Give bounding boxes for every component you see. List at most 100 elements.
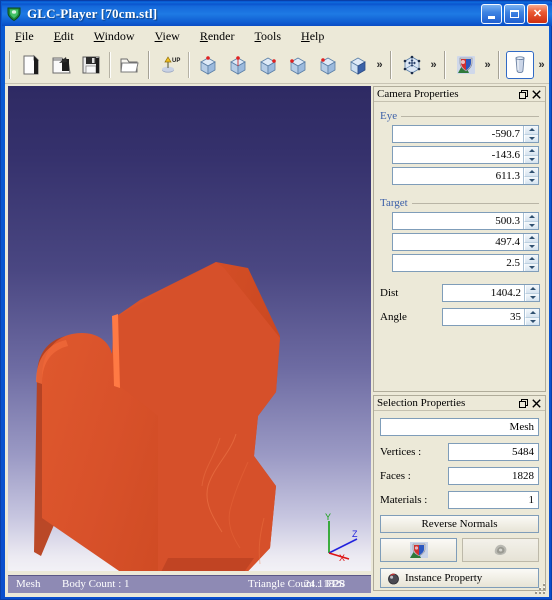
camera-target-x-spin-buttons[interactable] [523, 213, 538, 229]
camera-eye-y-up[interactable] [524, 147, 538, 155]
toolbar-overflow-fit[interactable]: » [427, 51, 440, 79]
camera-target-z-spinner[interactable] [392, 254, 539, 272]
camera-target-z-up[interactable] [524, 255, 538, 263]
camera-target-y-up[interactable] [524, 234, 538, 242]
fit-to-view-button[interactable] [398, 51, 426, 79]
material-button[interactable] [380, 538, 457, 562]
camera-target-x-down[interactable] [524, 220, 538, 229]
view-left-button[interactable] [254, 51, 282, 79]
menu-item-view[interactable]: View [146, 27, 189, 46]
camera-target-x-row [380, 212, 539, 230]
selection-name-field[interactable]: Mesh [380, 418, 539, 436]
menu-item-file[interactable]: File [6, 27, 43, 46]
selection-materials-row: Materials : 1 [380, 491, 539, 509]
material-shading-button[interactable] [452, 51, 480, 79]
camera-dist-up[interactable] [525, 285, 539, 293]
camera-angle-up[interactable] [525, 309, 539, 317]
up-vector-button[interactable]: UP [156, 51, 184, 79]
3d-viewport[interactable]: Y Z X [8, 86, 371, 571]
camera-dist-down[interactable] [525, 292, 539, 301]
toolbar-grip-shading[interactable] [443, 50, 449, 79]
menu-label-render-rest: ender [207, 28, 235, 43]
camera-angle-row: Angle [380, 308, 540, 326]
view-iso-button[interactable] [344, 51, 372, 79]
new-file-icon [23, 54, 40, 74]
toolbar-group-selection-mode: » [494, 47, 548, 82]
close-panel-icon[interactable] [532, 89, 541, 99]
toolbar-overflow-shading[interactable]: » [481, 51, 494, 79]
camera-angle-spin-buttons[interactable] [524, 309, 539, 325]
menu-item-render[interactable]: Render [191, 27, 244, 46]
view-top-button[interactable] [314, 51, 342, 79]
camera-panel-title: Camera Properties [377, 87, 459, 100]
camera-target-z-down[interactable] [524, 262, 538, 271]
camera-eye-y-spinner[interactable] [392, 146, 539, 164]
camera-target-y-row [380, 233, 539, 251]
instance-property-button[interactable]: Instance Property [380, 568, 539, 588]
menu-label-view-rest: iew [162, 28, 180, 43]
menu-item-edit[interactable]: Edit [45, 27, 83, 46]
camera-target-z-input[interactable] [393, 255, 523, 271]
toolbar-overflow-selection[interactable]: » [535, 51, 548, 79]
view-front-button[interactable] [194, 51, 222, 79]
camera-angle-down[interactable] [525, 316, 539, 325]
save-file-button[interactable] [77, 51, 105, 79]
menu-item-tools[interactable]: Tools [246, 27, 291, 46]
texture-button[interactable] [462, 538, 539, 562]
camera-eye-label-text: Eye [380, 110, 398, 122]
menu-item-help[interactable]: Help [292, 27, 333, 46]
instance-select-button[interactable] [506, 50, 534, 79]
toolbar-group-view-orientation: UP » [144, 47, 386, 82]
maximize-button[interactable] [504, 4, 525, 24]
camera-eye-x-spinner[interactable] [392, 125, 539, 143]
toolbar-overflow-orientation[interactable]: » [373, 51, 386, 79]
camera-dist-spinner[interactable] [442, 284, 540, 302]
float-panel-icon[interactable] [519, 398, 528, 408]
camera-eye-z-spinner[interactable] [392, 167, 539, 185]
float-panel-icon[interactable] [519, 89, 528, 99]
camera-eye-x-input[interactable] [393, 126, 523, 142]
up-vector-icon: UP [162, 55, 180, 73]
camera-angle-spinner[interactable] [442, 308, 540, 326]
selection-faces-label: Faces : [380, 470, 411, 482]
camera-target-y-spinner[interactable] [392, 233, 539, 251]
camera-eye-y-input[interactable] [393, 147, 523, 163]
camera-target-y-down[interactable] [524, 241, 538, 250]
camera-target-y-input[interactable] [393, 234, 523, 250]
toolbar-grip-fit[interactable] [389, 50, 395, 79]
axis-z-line [328, 538, 358, 554]
camera-target-z-spin-buttons[interactable] [523, 255, 538, 271]
menu-item-window[interactable]: Window [85, 27, 144, 46]
camera-angle-input[interactable] [443, 309, 524, 325]
camera-eye-x-spin-buttons[interactable] [523, 126, 538, 142]
camera-target-x-spinner[interactable] [392, 212, 539, 230]
view-right-button[interactable] [284, 51, 312, 79]
toolbar-grip-file[interactable] [8, 50, 14, 79]
close-button[interactable]: ✕ [527, 4, 548, 24]
camera-target-x-input[interactable] [393, 213, 523, 229]
open-file-button[interactable] [47, 51, 75, 79]
camera-eye-x-down[interactable] [524, 133, 538, 142]
toolbar-grip-selection[interactable] [497, 50, 503, 79]
camera-dist-spin-buttons[interactable] [524, 285, 539, 301]
camera-target-y-spin-buttons[interactable] [523, 234, 538, 250]
camera-eye-z-down[interactable] [524, 175, 538, 184]
open-folder-button[interactable] [115, 51, 143, 79]
camera-eye-y-spin-buttons[interactable] [523, 147, 538, 163]
reverse-normals-button[interactable]: Reverse Normals [380, 515, 539, 533]
camera-eye-z-spin-buttons[interactable] [523, 168, 538, 184]
camera-target-x-up[interactable] [524, 213, 538, 221]
view-right-icon [290, 57, 306, 75]
camera-dist-input[interactable] [443, 285, 524, 301]
toolbar-grip-orientation[interactable] [147, 50, 153, 79]
camera-eye-y-down[interactable] [524, 154, 538, 163]
axis-gizmo: Y Z X [325, 512, 358, 563]
camera-eye-z-up[interactable] [524, 168, 538, 176]
close-panel-icon[interactable] [532, 398, 541, 408]
camera-eye-z-input[interactable] [393, 168, 523, 184]
new-file-button[interactable] [17, 51, 45, 79]
resize-grip[interactable] [534, 583, 546, 595]
camera-eye-x-up[interactable] [524, 126, 538, 134]
minimize-button[interactable] [481, 4, 502, 24]
view-back-button[interactable] [224, 51, 252, 79]
